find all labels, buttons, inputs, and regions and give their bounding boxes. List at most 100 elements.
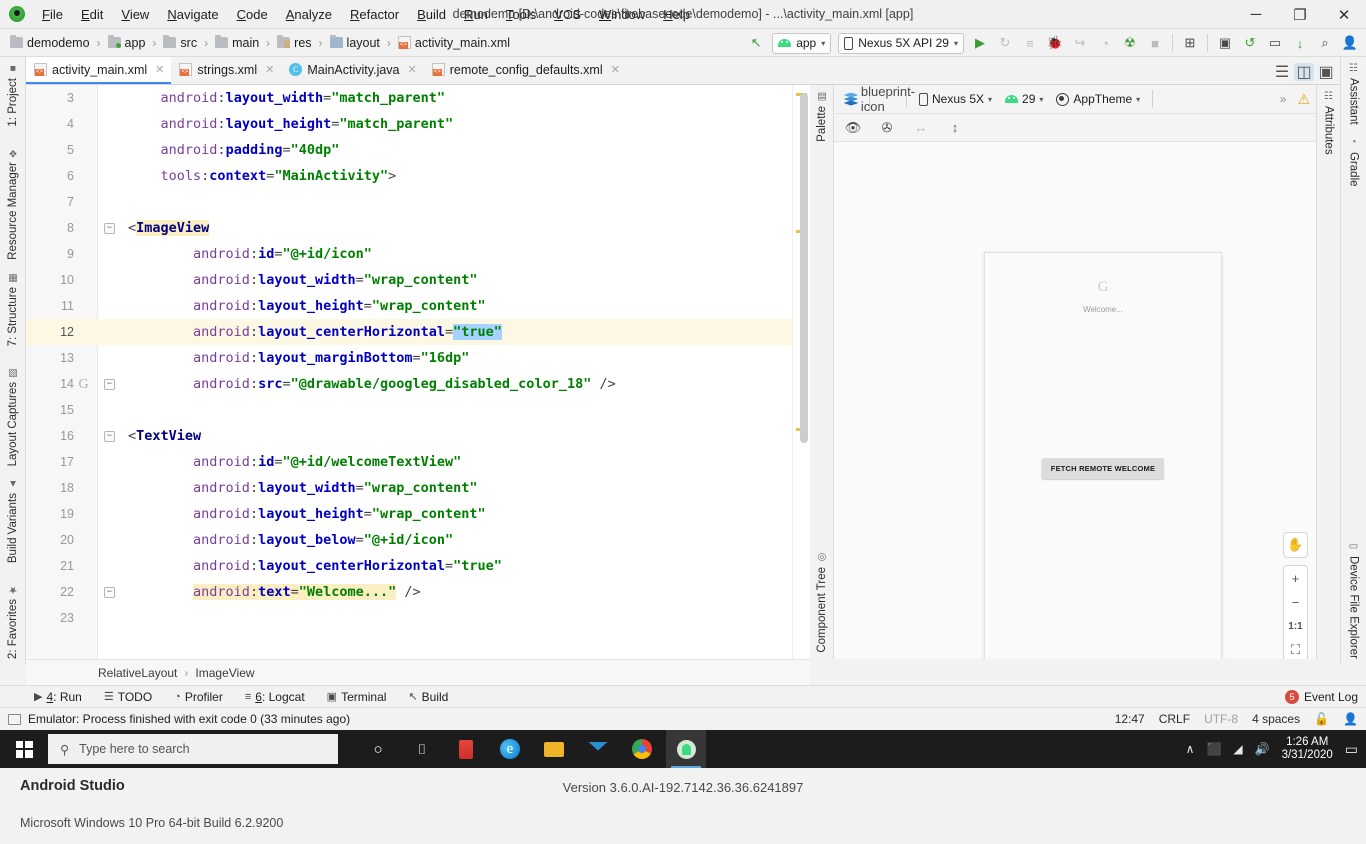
code-line[interactable]: 13 android:layout_marginBottom="16dp"	[26, 345, 792, 371]
zoom-out-button[interactable]: −	[1284, 590, 1307, 614]
code-line[interactable]: 6 tools:context="MainActivity">	[26, 163, 792, 189]
minimize-button[interactable]: ─	[1234, 0, 1278, 29]
editor-breadcrumb-imageview[interactable]: ImageView	[195, 666, 254, 680]
code-fold-toggle[interactable]: −	[104, 587, 115, 598]
breadcrumb[interactable]: demodemo › app › src › main › res › layout › activit…	[8, 35, 512, 51]
breadcrumb-item-activity-main-xml[interactable]: activity_main.xml	[396, 35, 512, 51]
breadcrumb-item-res[interactable]: res	[275, 35, 313, 51]
editor-scrollbar[interactable]	[800, 93, 808, 443]
code-line[interactable]: 23	[26, 605, 792, 631]
breadcrumb-item-src[interactable]: src	[161, 35, 199, 51]
design-tool-attributes[interactable]: ☷ Attributes	[1322, 85, 1336, 161]
code-fold-toggle[interactable]: −	[104, 223, 115, 234]
code-line[interactable]: 8 − <ImageView	[26, 215, 792, 241]
stop-button[interactable]: ■	[1143, 32, 1167, 54]
menu-item-help[interactable]: Help	[654, 4, 699, 25]
tool-window-1--project[interactable]: 1: Project ■	[6, 57, 20, 133]
code-line[interactable]: 16 − <TextView	[26, 423, 792, 449]
download-button[interactable]: ↓	[1288, 32, 1312, 54]
apply-changes-button[interactable]: ↻	[993, 32, 1017, 54]
tool-window-2--favorites[interactable]: 2: Favorites ★	[6, 578, 20, 665]
event-log-button[interactable]: 5 Event Log	[1284, 689, 1358, 704]
menu-item-tools[interactable]: Tools	[497, 4, 545, 25]
menu-item-file[interactable]: File	[33, 4, 72, 25]
code-fold-toggle[interactable]: −	[104, 431, 115, 442]
taskbar-search-input[interactable]: ⚲ Type here to search	[48, 734, 338, 764]
explorer-icon[interactable]	[534, 730, 574, 768]
code-line[interactable]: 15	[26, 397, 792, 423]
tray-chevron-icon[interactable]: ∧	[1186, 742, 1195, 756]
code-line[interactable]: 20 android:layout_below="@+id/icon"	[26, 527, 792, 553]
menu-item-analyze[interactable]: Analyze	[277, 4, 341, 25]
code-line[interactable]: 21 android:layout_centerHorizontal="true…	[26, 553, 792, 579]
code-line[interactable]: 9 android:id="@+id/icon"	[26, 241, 792, 267]
start-button[interactable]	[0, 730, 48, 768]
show-constraints-icon[interactable]: 👁	[842, 117, 864, 139]
tool-window-todo[interactable]: ☰ TODO	[100, 689, 156, 705]
module-selector[interactable]: app ▾	[772, 32, 832, 54]
fetch-remote-welcome-button[interactable]: FETCH REMOTE WELCOME	[1041, 458, 1165, 479]
profile-button[interactable]: ◔	[1093, 32, 1117, 54]
indent-setting[interactable]: 4 spaces	[1252, 712, 1300, 726]
maximize-button[interactable]: ❐	[1278, 0, 1322, 29]
avatar[interactable]: 👤	[1338, 32, 1362, 54]
code-line[interactable]: 22 − android:text="Welcome..." />	[26, 579, 792, 605]
search-icon[interactable]: ⌕	[1313, 32, 1337, 54]
tool-window-6--logcat[interactable]: ≡ 6: Logcat	[241, 689, 309, 705]
wifi-icon[interactable]: ◢	[1233, 742, 1242, 756]
error-stripe-marker-bar[interactable]	[792, 85, 810, 659]
android-studio-taskbar-icon[interactable]	[666, 730, 706, 768]
device-preview[interactable]: G Welcome... FETCH REMOTE WELCOME	[984, 252, 1222, 659]
tool-window-resource-manager[interactable]: Resource Manager ❖	[6, 141, 20, 266]
code-lines[interactable]: 3 android:layout_width="match_parent" 4 a…	[26, 85, 792, 659]
actual-size-button[interactable]: 1:1	[1284, 614, 1307, 638]
pan-tool-button[interactable]: ✋	[1284, 533, 1307, 557]
task-view-icon[interactable]: ⌷	[402, 730, 442, 768]
close-icon[interactable]: ✕	[155, 63, 164, 76]
menu-item-navigate[interactable]: Navigate	[158, 4, 227, 25]
run-button[interactable]: ▶	[968, 32, 992, 54]
menu-item-build[interactable]: Build	[408, 4, 455, 25]
autoconnect-magnet-icon[interactable]: ✇	[876, 117, 898, 139]
code-line[interactable]: 4 android:layout_height="match_parent"	[26, 111, 792, 137]
tool-window-7--structure[interactable]: 7: Structure ▦	[6, 266, 20, 352]
tool-window-assistant[interactable]: ☷ Assistant	[1347, 57, 1361, 131]
lock-icon[interactable]: 🔓	[1314, 712, 1329, 726]
preview-api-selector[interactable]: 29 ▾	[1000, 90, 1048, 108]
inspector-icon[interactable]: 👤	[1343, 712, 1358, 726]
device-manager-button[interactable]: ▭	[1263, 32, 1287, 54]
volume-icon[interactable]: 🔊	[1255, 742, 1270, 756]
sync-gradle-button[interactable]: ↺	[1238, 32, 1262, 54]
design-surface-icon[interactable]	[840, 88, 862, 110]
code-line[interactable]: 19 android:layout_height="wrap_content"	[26, 501, 792, 527]
tool-window-profiler[interactable]: ◔ Profiler	[170, 689, 227, 705]
edge-icon[interactable]: e	[490, 730, 530, 768]
debug-button[interactable]: 🐞	[1043, 32, 1067, 54]
editor-tab-strings-xml[interactable]: strings.xml ✕	[171, 57, 281, 84]
design-tool-component-tree[interactable]: Component Tree ◎	[815, 546, 829, 659]
code-line[interactable]: 14 G − android:src="@drawable/googleg_disa…	[26, 371, 792, 397]
sdk-manager-button[interactable]: ⊞	[1178, 32, 1202, 54]
menu-item-run[interactable]: Run	[455, 4, 497, 25]
apply-code-changes-button[interactable]: ≡	[1018, 32, 1042, 54]
file-encoding[interactable]: UTF-8	[1204, 712, 1238, 726]
tool-window-layout-captures[interactable]: Layout Captures ▧	[6, 361, 20, 472]
caret-position[interactable]: 12:47	[1115, 712, 1145, 726]
notifications-icon[interactable]: ▭	[1345, 741, 1358, 758]
editor-breadcrumb-relativelayout[interactable]: RelativeLayout	[98, 666, 177, 680]
zoom-in-button[interactable]: +	[1284, 566, 1307, 590]
design-view-button[interactable]: ▣	[1316, 63, 1336, 81]
tool-window-gradle[interactable]: ◔ Gradle	[1347, 131, 1361, 193]
google-gutter-icon[interactable]: G	[76, 377, 91, 392]
editor-tab-mainactivity-java[interactable]: C MainActivity.java ✕	[281, 57, 423, 84]
clock[interactable]: 1:26 AM 3/31/2020	[1282, 736, 1333, 762]
code-view-button[interactable]: ☰	[1272, 63, 1292, 81]
code-line[interactable]: 7	[26, 189, 792, 215]
office-icon[interactable]	[446, 730, 486, 768]
preview-theme-selector[interactable]: AppTheme ▾	[1051, 90, 1145, 108]
close-button[interactable]: ✕	[1322, 0, 1366, 29]
menu-item-window[interactable]: Window	[590, 4, 654, 25]
breadcrumb-item-demodemo[interactable]: demodemo	[8, 35, 92, 51]
blueprint-toggle-icon[interactable]: blueprint-icon	[861, 84, 915, 114]
battery-icon[interactable]: ⬛	[1206, 742, 1221, 756]
